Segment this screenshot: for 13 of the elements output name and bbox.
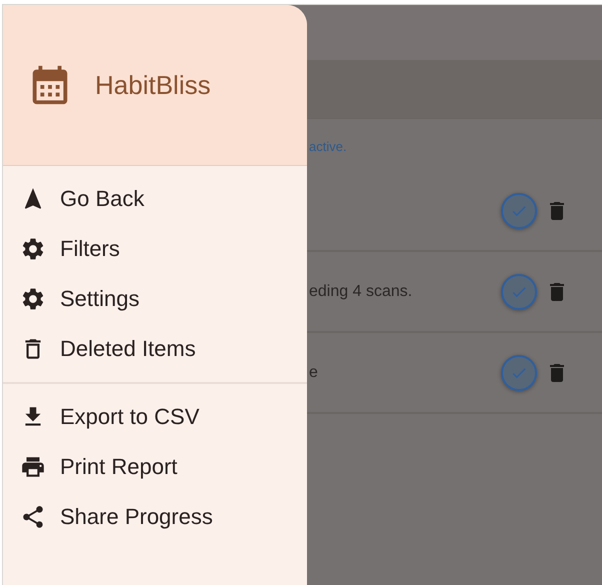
menu-item[interactable]: Settings	[3, 274, 307, 324]
settings-icon	[20, 286, 46, 312]
menu-item[interactable]: Deleted Items	[3, 324, 307, 374]
menu-item[interactable]: Export to CSV	[3, 392, 307, 442]
menu-item[interactable]: Filters	[3, 224, 307, 274]
habit-text: e	[309, 364, 318, 380]
gear-icon	[20, 236, 46, 262]
menu-item[interactable]: Print Report	[3, 442, 307, 492]
app-title: HabitBliss	[95, 70, 211, 100]
menu-item[interactable]: Go Back	[3, 174, 307, 224]
habit-text: eding 4 scans.	[309, 282, 412, 300]
menu-item[interactable]: Share Progress	[3, 492, 307, 542]
notice-text: active.	[309, 139, 347, 154]
